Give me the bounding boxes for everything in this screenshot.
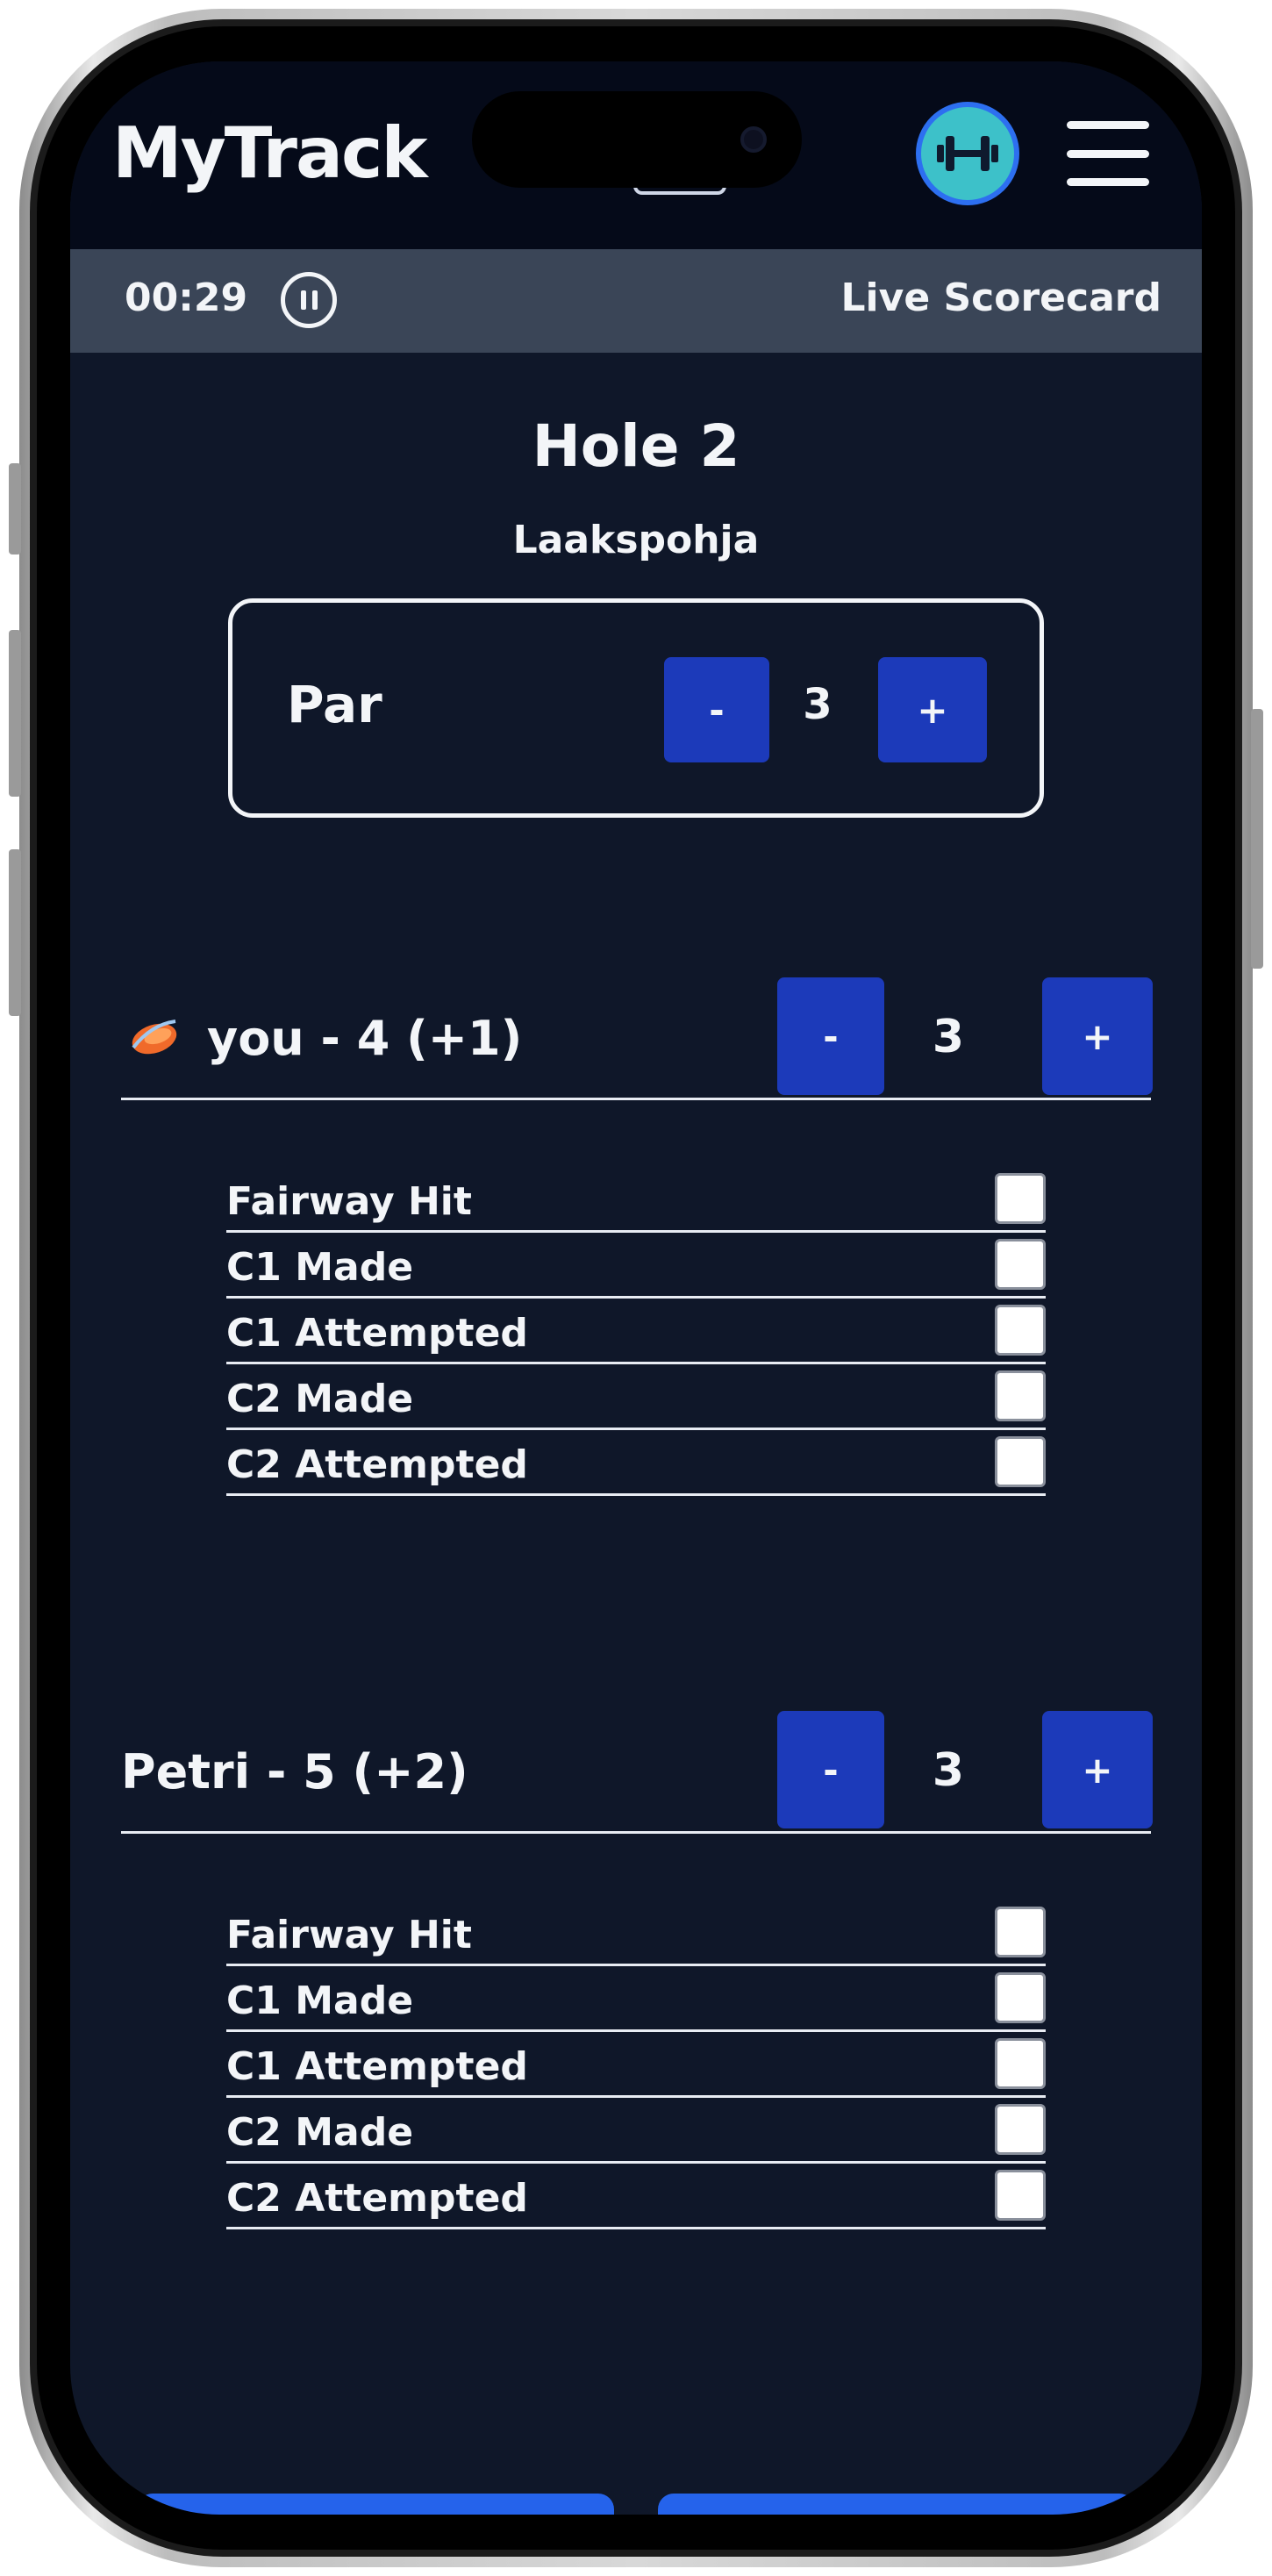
stat-label: C2 Attempted <box>226 1442 528 1487</box>
player-row: Petri - 5 (+2) - 3 + <box>121 1711 1153 1834</box>
screen: MyTrack 00:29 Live Scorecard Hole 2 Laak… <box>70 61 1202 2515</box>
volume-up-button <box>9 630 21 797</box>
par-increment-button[interactable]: + <box>878 657 987 762</box>
list-item: Fairway Hit <box>226 1900 1046 1966</box>
live-scorecard-label: Live Scorecard <box>840 275 1161 320</box>
par-card: Par - 3 + <box>228 598 1044 818</box>
list-item: Fairway Hit <box>226 1167 1046 1233</box>
stats-list: Fairway Hit C1 Made C1 Attempted C2 Made… <box>226 1900 1046 2229</box>
fairway-hit-checkbox[interactable] <box>995 1173 1046 1224</box>
list-item: C2 Attempted <box>226 1430 1046 1496</box>
list-item: C2 Made <box>226 1364 1046 1430</box>
stat-label: C1 Made <box>226 1979 414 2023</box>
c2-attempted-checkbox[interactable] <box>995 2170 1046 2221</box>
avatar[interactable] <box>916 102 1019 205</box>
stat-label: C2 Attempted <box>226 2176 528 2221</box>
stat-label: C1 Attempted <box>226 1311 528 1356</box>
player-decrement-button[interactable]: - <box>777 1711 884 1828</box>
list-item: C2 Made <box>226 2098 1046 2164</box>
list-item: C1 Made <box>226 1966 1046 2032</box>
power-button <box>1251 709 1263 969</box>
c1-attempted-checkbox[interactable] <box>995 1305 1046 1356</box>
stat-label: Fairway Hit <box>226 1913 472 1957</box>
par-label: Par <box>287 675 382 734</box>
list-item: C1 Attempted <box>226 1299 1046 1364</box>
hamburger-menu-icon[interactable] <box>1067 121 1149 186</box>
list-item: C1 Attempted <box>226 2032 1046 2098</box>
player-throws: 3 <box>932 1744 965 1797</box>
elapsed-time: 00:29 <box>125 275 248 320</box>
app-header: MyTrack <box>70 61 1202 249</box>
player-name: you - 4 (+1) <box>207 1011 523 1066</box>
camera-icon <box>740 126 767 153</box>
c1-made-checkbox[interactable] <box>995 1239 1046 1290</box>
par-decrement-button[interactable]: - <box>664 657 769 762</box>
dynamic-island <box>472 91 802 188</box>
stat-label: C2 Made <box>226 2110 414 2155</box>
app-logo[interactable]: MyTrack <box>112 112 428 194</box>
timer-bar: 00:29 Live Scorecard <box>70 249 1202 353</box>
list-item: C1 Made <box>226 1233 1046 1299</box>
par-value: 3 <box>803 680 833 729</box>
stat-label: Fairway Hit <box>226 1179 472 1224</box>
stats-list: Fairway Hit C1 Made C1 Attempted C2 Made… <box>226 1167 1046 1496</box>
player-increment-button[interactable]: + <box>1042 1711 1153 1828</box>
pause-icon[interactable] <box>281 272 337 328</box>
next-hole-button[interactable] <box>658 2494 1135 2515</box>
list-item: C2 Attempted <box>226 2164 1046 2229</box>
dumbbell-icon <box>937 136 998 171</box>
c2-attempted-checkbox[interactable] <box>995 1436 1046 1487</box>
action-button <box>9 463 21 555</box>
course-name: Laakspohja <box>512 518 760 562</box>
previous-hole-button[interactable] <box>137 2494 614 2515</box>
player-decrement-button[interactable]: - <box>777 977 884 1095</box>
stat-label: C1 Attempted <box>226 2044 528 2089</box>
c2-made-checkbox[interactable] <box>995 2104 1046 2155</box>
hole-title: Hole 2 <box>532 412 740 480</box>
player-increment-button[interactable]: + <box>1042 977 1153 1095</box>
stat-label: C1 Made <box>226 1245 414 1290</box>
player-row: you - 4 (+1) - 3 + <box>121 977 1153 1100</box>
c1-attempted-checkbox[interactable] <box>995 2038 1046 2089</box>
c1-made-checkbox[interactable] <box>995 1972 1046 2023</box>
player-name: Petri - 5 (+2) <box>121 1744 468 1800</box>
volume-down-button <box>9 849 21 1016</box>
stat-label: C2 Made <box>226 1377 414 1421</box>
disc-golf-icon <box>132 1020 177 1055</box>
player-throws: 3 <box>932 1011 965 1063</box>
c2-made-checkbox[interactable] <box>995 1370 1046 1421</box>
fairway-hit-checkbox[interactable] <box>995 1907 1046 1957</box>
